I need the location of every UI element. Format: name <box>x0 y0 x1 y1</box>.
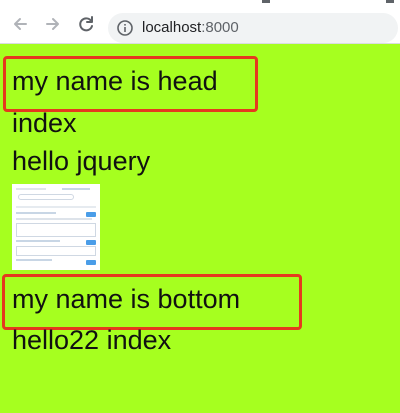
page-content: my name is head index hello jquery my na… <box>0 44 400 413</box>
back-arrow-icon <box>14 18 27 30</box>
url-host: localhost <box>142 19 202 36</box>
browser-toolbar: localhost:8000 <box>0 0 400 44</box>
tab-strip <box>0 0 400 8</box>
bottom-text: my name is bottom <box>12 284 241 314</box>
index-text: index <box>12 108 77 138</box>
url-port: :8000 <box>201 19 239 36</box>
url-text[interactable]: localhost:8000 <box>142 19 239 36</box>
tab-edge-right <box>386 0 394 3</box>
tab-edge-left <box>262 0 270 3</box>
back-button[interactable] <box>10 14 30 34</box>
forward-arrow-icon <box>46 18 59 30</box>
address-bar[interactable]: localhost:8000 <box>108 13 398 43</box>
hello-jquery-text: hello jquery <box>12 146 151 176</box>
screenshot-thumbnail-image <box>12 184 100 270</box>
hello22-index-text: hello22 index <box>12 325 172 355</box>
info-icon[interactable] <box>116 19 134 37</box>
forward-button[interactable] <box>43 14 63 34</box>
head-text: my name is head <box>12 66 218 96</box>
reload-button[interactable] <box>76 14 96 34</box>
reload-icon <box>79 16 93 32</box>
